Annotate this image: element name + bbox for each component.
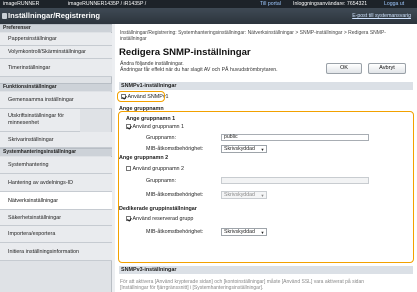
group1-header: Ange gruppnamn 1 <box>126 116 176 122</box>
cancel-button[interactable]: Avbryt <box>368 63 406 74</box>
logout-link[interactable]: Logga ut <box>384 1 404 7</box>
portal-link[interactable]: Till portal <box>260 1 281 7</box>
chevron-down-icon: ▼ <box>260 147 265 152</box>
settings-icon <box>2 13 7 19</box>
group2-use-label: Använd gruppnamn 2 <box>132 166 185 172</box>
breadcrumb: Inställningar/Registrering: Systemhanter… <box>120 30 386 42</box>
dedicated-header: Dedikerade gruppinställningar <box>119 206 197 212</box>
group2-use-row: Använd gruppnamn 2 <box>126 166 184 172</box>
sidebar-item-system-management[interactable]: Systemhantering <box>0 157 112 174</box>
sidebar-item-network[interactable]: Nätverksinställningar <box>0 192 112 210</box>
login-user-label: Inloggningsanvändare: 7654321 <box>293 1 368 8</box>
group1-use-row: Använd gruppnamn 1 <box>126 124 184 130</box>
main-panel: Inställningar/Registrering: Systemhanter… <box>115 24 417 292</box>
dedicated-mib-label: MIB-åtkomstbehörighet: <box>146 229 204 235</box>
group1-use-checkbox[interactable] <box>126 124 131 129</box>
group2-header: Ange gruppnamn 2 <box>119 155 169 161</box>
brand-label: imageRUNNER <box>3 1 40 8</box>
email-admin-link[interactable]: E-post till systemansvarig <box>352 13 411 19</box>
sidebar-item-import-export[interactable]: Importera/exportera <box>0 226 112 243</box>
group2-mib-label: MIB-åtkomstbehörighet: <box>146 192 204 198</box>
sidebar-item-initialize[interactable]: Initiera inställningsinformation <box>0 243 112 261</box>
description-line-2: Ändringar får effekt när du har slagit A… <box>120 67 278 74</box>
sidebar-item-memory-print[interactable]: Utskriftsinställningar för minnesenhet <box>0 109 80 132</box>
snmpv3-section-header: SNMPv3-inställningar <box>119 266 413 274</box>
app-title: Inställningar/Registrering <box>8 11 100 20</box>
page-description: Ändra följande inställningar. Ändringar … <box>120 61 278 74</box>
ok-button[interactable]: OK <box>326 63 362 74</box>
sidebar: Preferenser Pappersinställningar Volymko… <box>0 24 112 292</box>
chevron-down-icon: ▼ <box>260 193 265 198</box>
sidebar-item-security[interactable]: Säkerhetsinställningar <box>0 210 112 226</box>
group2-mib-select[interactable]: Skrivskyddad ▼ <box>221 191 267 199</box>
snmpv3-note-line-2: [Inställningar för fjärrgränssnitt] i [S… <box>120 285 264 292</box>
group2-name-label: Gruppnamn: <box>146 178 176 184</box>
snmpv3-note: För att aktivera [Använd krypterade sida… <box>120 279 410 292</box>
sidebar-item-volume[interactable]: Volymkontroll/Skärminställningar <box>0 46 112 59</box>
sidebar-section-system: Systemhanteringsinställningar <box>0 148 112 156</box>
title-bar: Inställningar/Registrering E-post till s… <box>0 8 417 24</box>
sidebar-item-department-id[interactable]: Hantering av avdelnings-ID <box>0 174 112 192</box>
sidebar-item-paper[interactable]: Pappersinställningar <box>0 33 112 46</box>
group1-mib-label: MIB-åtkomstbehörighet: <box>146 146 204 152</box>
snmpv1-section-header: SNMPv1-inställningar <box>119 82 413 90</box>
group1-name-input[interactable]: public <box>221 134 369 141</box>
sidebar-section-functions: Funktionsinställningar <box>0 83 112 91</box>
sidebar-section-preferences: Preferenser <box>0 24 112 32</box>
sidebar-item-timer[interactable]: Timerinställningar <box>0 59 112 77</box>
group2-mib-value: Skrivskyddad <box>224 192 255 198</box>
dedicated-use-checkbox[interactable] <box>126 216 131 221</box>
sidebar-item-common[interactable]: Gemensamma inställningar <box>0 92 112 109</box>
group1-use-label: Använd gruppnamn 1 <box>132 124 185 130</box>
model-label: imageRUNNER1435P / iR1435P / <box>68 1 147 8</box>
group2-use-checkbox[interactable] <box>126 166 131 171</box>
group1-name-label: Gruppnamn: <box>146 135 176 141</box>
dedicated-mib-select[interactable]: Skrivskyddad ▼ <box>221 228 267 236</box>
top-bar: imageRUNNER imageRUNNER1435P / iR1435P /… <box>0 0 417 8</box>
sidebar-item-printer[interactable]: Skrivarinställningar <box>0 132 112 148</box>
dedicated-mib-value: Skrivskyddad <box>224 229 255 235</box>
group2-name-input[interactable] <box>221 177 369 184</box>
group1-mib-value: Skrivskyddad <box>224 146 255 152</box>
dedicated-use-label: Använd reserverad grupp <box>132 216 194 222</box>
group1-mib-select[interactable]: Skrivskyddad ▼ <box>221 145 267 153</box>
highlight-snmpv1 <box>117 91 165 102</box>
chevron-down-icon: ▼ <box>260 230 265 235</box>
dedicated-use-row: Använd reserverad grupp <box>126 216 193 222</box>
page-title: Redigera SNMP-inställningar <box>119 47 251 58</box>
